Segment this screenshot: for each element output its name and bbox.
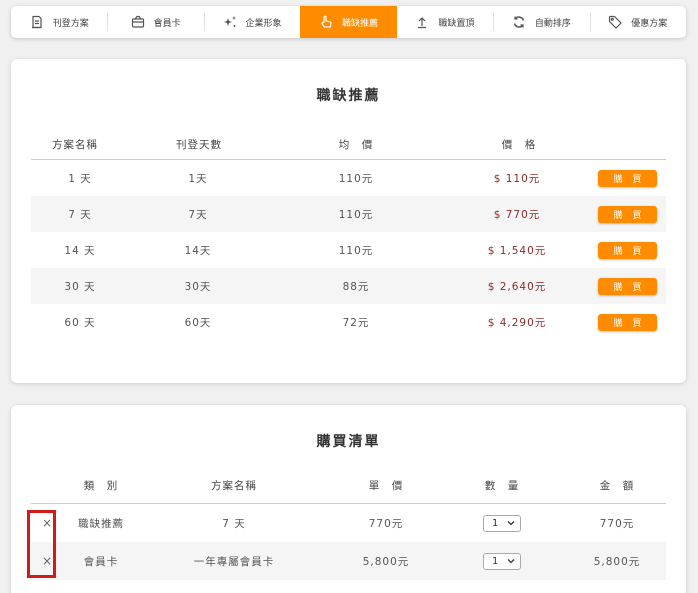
tab-label: 優惠方案 [631, 18, 668, 29]
tab-post-plan[interactable]: 刊登方案 [11, 6, 107, 38]
col-days: 刊登天數 [176, 138, 222, 151]
plan-price: $ 4,290元 [487, 316, 547, 329]
cart-title: 購買清單 [316, 434, 381, 450]
recommend-title: 職缺推薦 [316, 88, 381, 104]
buy-button[interactable]: 購買 [598, 241, 657, 259]
plan-avg: 88元 [342, 280, 370, 293]
item-category: 職缺推薦 [78, 517, 124, 530]
plan-name: 30 天 [64, 280, 96, 293]
col-quantity: 數 量 [484, 480, 520, 492]
plan-name: 7 天 [68, 208, 92, 221]
plan-avg: 72元 [342, 316, 370, 329]
col-price: 價 格 [501, 138, 537, 151]
table-row: × 職缺推薦 7 天 770元 1 770元 [31, 504, 666, 542]
hand-pointer-icon [319, 15, 333, 29]
plan-days: 14天 [184, 244, 212, 257]
tab-label: 刊登方案 [52, 18, 89, 29]
table-row: 7 天 7天 110元 $ 770元 購買 [31, 196, 666, 232]
recommend-table: 方案名稱 刊登天數 均 價 價 格 1 天 1天 110元 $ 110元 購買 … [31, 129, 666, 340]
table-row: 30 天 30天 88元 $ 2,640元 購買 [31, 268, 666, 304]
item-amount: 770元 [599, 517, 635, 530]
remove-item-icon[interactable]: × [41, 554, 53, 568]
tag-icon [608, 15, 623, 29]
plan-price: $ 1,540元 [487, 244, 547, 257]
col-category: 類 別 [83, 480, 119, 492]
tab-label: 會員卡 [153, 18, 181, 29]
col-amount: 金 額 [599, 480, 635, 492]
col-unit-price: 單 價 [368, 480, 404, 492]
plan-days: 7天 [188, 208, 208, 221]
chevron-down-icon [507, 518, 515, 529]
item-plan: 一年專屬會員卡 [193, 555, 275, 568]
plan-days: 60天 [184, 316, 212, 329]
tab-job-pin-top[interactable]: 職缺置頂 [397, 6, 493, 38]
document-icon [30, 15, 44, 29]
chevron-down-icon [507, 556, 515, 567]
card-icon [131, 15, 145, 29]
plan-days: 1天 [188, 172, 208, 185]
item-category: 會員卡 [83, 555, 119, 568]
quantity-value: 1 [492, 517, 499, 529]
tab-job-recommend[interactable]: 職缺推薦 [300, 6, 397, 38]
tab-member-card[interactable]: 會員卡 [107, 6, 203, 38]
tab-label: 自動排序 [534, 18, 571, 29]
buy-button[interactable]: 購買 [598, 313, 657, 331]
plan-name: 1 天 [68, 172, 92, 185]
col-plan-name: 方案名稱 [52, 138, 98, 151]
item-unit-price: 770元 [368, 517, 404, 530]
buy-button[interactable]: 購買 [598, 169, 657, 187]
sparkle-icon [223, 15, 237, 29]
sync-icon [512, 15, 526, 29]
table-row: 14 天 14天 110元 $ 1,540元 購買 [31, 232, 666, 268]
item-plan: 7 天 [222, 517, 246, 530]
tab-label: 企業形象 [245, 18, 282, 29]
plan-price: $ 770元 [493, 208, 541, 221]
item-unit-price: 5,800元 [362, 555, 410, 568]
upload-arrow-icon [415, 15, 429, 29]
table-row: 60 天 60天 72元 $ 4,290元 購買 [31, 304, 666, 340]
col-avg-price: 均 價 [338, 138, 374, 151]
table-header: 類 別 方案名稱 單 價 數 量 金 額 [31, 468, 666, 504]
plan-avg: 110元 [338, 244, 374, 257]
tab-label: 職缺置頂 [438, 18, 475, 29]
table-header: 方案名稱 刊登天數 均 價 價 格 [31, 129, 666, 160]
top-nav: 刊登方案 會員卡 企業形象 職缺推薦 職缺置頂 自動排序 優惠方案 [11, 6, 686, 38]
recommend-card: 職缺推薦 方案名稱 刊登天數 均 價 價 格 1 天 1天 110元 $ 110… [11, 59, 686, 383]
tab-label: 職缺推薦 [341, 18, 378, 29]
plan-avg: 110元 [338, 172, 374, 185]
plan-name: 60 天 [64, 316, 96, 329]
item-amount: 5,800元 [593, 555, 641, 568]
plan-avg: 110元 [338, 208, 374, 221]
plan-price: $ 110元 [493, 172, 541, 185]
table-row: 1 天 1天 110元 $ 110元 購買 [31, 160, 666, 196]
plan-days: 30天 [184, 280, 212, 293]
plan-price: $ 2,640元 [487, 280, 547, 293]
quantity-select[interactable]: 1 [483, 514, 521, 532]
tab-brand-image[interactable]: 企業形象 [203, 6, 300, 38]
tab-auto-sort[interactable]: 自動排序 [493, 6, 589, 38]
cart-card: 購買清單 類 別 方案名稱 單 價 數 量 金 額 × 職缺推薦 7 天 770… [11, 405, 686, 593]
quantity-select[interactable]: 1 [483, 552, 521, 570]
tab-discount-plan[interactable]: 優惠方案 [589, 6, 686, 38]
table-row: × 會員卡 一年專屬會員卡 5,800元 1 5,800元 [31, 542, 666, 580]
quantity-value: 1 [492, 555, 499, 567]
buy-button[interactable]: 購買 [598, 277, 657, 295]
col-plan-name: 方案名稱 [211, 480, 257, 492]
plan-name: 14 天 [64, 244, 96, 257]
cart-table: 類 別 方案名稱 單 價 數 量 金 額 × 職缺推薦 7 天 770元 1 7… [31, 468, 666, 580]
buy-button[interactable]: 購買 [598, 205, 657, 223]
remove-item-icon[interactable]: × [41, 516, 53, 530]
